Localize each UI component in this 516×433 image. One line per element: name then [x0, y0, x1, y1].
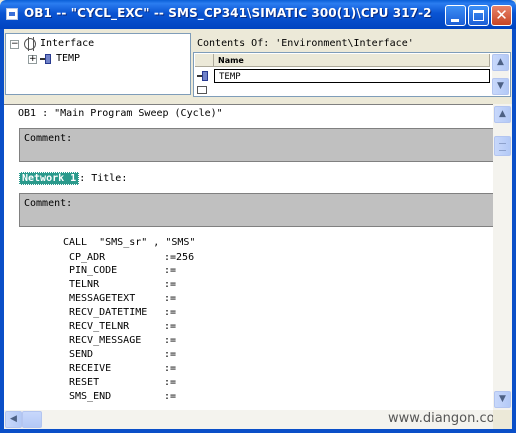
param-row[interactable]: RECEIVE — [69, 362, 111, 375]
param-row[interactable]: RESET — [69, 376, 99, 389]
app-icon[interactable] — [6, 8, 18, 20]
scroll-left-button[interactable]: ◀ — [5, 411, 22, 428]
param-value[interactable]: := — [164, 306, 176, 319]
param-name: RECV_MESSAGE — [69, 335, 142, 346]
interface-tree[interactable]: − Interface + TEMP — [5, 33, 191, 95]
param-name: MESSAGETEXT — [69, 293, 136, 304]
param-value[interactable]: := — [164, 348, 176, 361]
network-label[interactable]: Network 1 — [19, 172, 80, 185]
param-row[interactable]: RECV_TELNR — [69, 320, 129, 333]
param-value[interactable]: := — [164, 278, 176, 291]
horizontal-scroll-thumb[interactable] — [22, 411, 42, 428]
param-row[interactable]: PIN_CODE — [69, 264, 117, 277]
window-frame-right — [512, 29, 516, 433]
minimize-icon — [451, 19, 459, 22]
param-value[interactable]: :=256 — [164, 251, 194, 264]
close-button[interactable]: ✕ — [491, 5, 512, 26]
param-value[interactable]: := — [164, 376, 176, 389]
interface-icon — [24, 37, 36, 51]
param-row[interactable]: RECV_MESSAGE — [69, 334, 141, 347]
param-value[interactable]: := — [164, 292, 176, 305]
param-name: RECEIVE — [69, 363, 112, 374]
close-icon: ✕ — [495, 6, 508, 24]
window-frame-bottom — [0, 429, 516, 433]
list-item[interactable]: TEMP — [214, 69, 490, 83]
tree-item-interface[interactable]: − Interface — [8, 37, 188, 51]
param-name: PIN_CODE — [69, 265, 118, 276]
param-value[interactable]: := — [164, 264, 176, 277]
column-header-name[interactable]: Name — [214, 54, 490, 67]
block-icon — [197, 70, 209, 82]
maximize-button[interactable] — [468, 5, 489, 26]
expand-icon[interactable]: + — [28, 55, 37, 64]
param-name: SMS_END — [69, 391, 112, 402]
param-name: RECV_DATETIME — [69, 307, 148, 318]
contents-scrollbar[interactable]: ▲ ▼ — [492, 54, 509, 95]
block-comment[interactable]: Comment: — [19, 128, 495, 162]
param-value[interactable]: := — [164, 334, 176, 347]
param-value[interactable]: := — [164, 362, 176, 375]
param-name: RESET — [69, 377, 100, 388]
param-value[interactable]: := — [164, 390, 176, 403]
contents-list[interactable]: Name TEMP — [193, 52, 511, 97]
param-row[interactable]: RECV_DATETIME — [69, 306, 147, 319]
param-name: TELNR — [69, 279, 100, 290]
network-title[interactable]: : Title: — [79, 173, 127, 184]
editor-vertical-scrollbar[interactable]: ▲ ▼ — [493, 104, 512, 410]
call-statement[interactable]: CALL "SMS_sr" , "SMS" — [63, 236, 195, 249]
window-title: OB1 -- "CYCL_EXC" -- SMS_CP341\SIMATIC 3… — [24, 6, 432, 20]
network-header[interactable]: Network 1: Title: — [19, 172, 127, 186]
scroll-up-button[interactable]: ▲ — [494, 106, 511, 123]
tree-item-temp[interactable]: + TEMP — [8, 52, 188, 66]
tree-item-label: TEMP — [56, 53, 81, 64]
param-name: CP_ADR — [69, 252, 106, 263]
block-icon — [40, 53, 52, 65]
contents-of-label: Contents Of: 'Environment\Interface' — [197, 38, 414, 49]
param-row[interactable]: SMS_END — [69, 390, 111, 403]
param-row[interactable]: MESSAGETEXT — [69, 292, 135, 305]
scroll-corner — [493, 410, 512, 429]
param-name: SEND — [69, 349, 94, 360]
param-row[interactable]: SEND — [69, 348, 93, 361]
maximize-icon — [473, 10, 484, 21]
param-row[interactable]: CP_ADR — [69, 251, 105, 264]
param-row[interactable]: TELNR — [69, 278, 99, 291]
param-value[interactable]: := — [164, 320, 176, 333]
block-title: OB1 : "Main Program Sweep (Cycle)" — [18, 108, 223, 119]
network-comment[interactable]: Comment: — [19, 193, 495, 227]
tree-item-label: Interface — [40, 38, 95, 49]
vertical-scroll-thumb[interactable] — [494, 136, 511, 156]
title-bar[interactable]: OB1 -- "CYCL_EXC" -- SMS_CP341\SIMATIC 3… — [0, 0, 516, 29]
scroll-down-button[interactable]: ▼ — [494, 391, 511, 408]
collapse-icon[interactable]: − — [10, 40, 19, 49]
watermark: www.diangon.com — [388, 411, 508, 426]
minimize-button[interactable] — [445, 5, 466, 26]
list-header-corner — [195, 54, 214, 67]
scroll-up-button[interactable]: ▲ — [492, 54, 509, 71]
scroll-down-button[interactable]: ▼ — [492, 78, 509, 95]
param-name: RECV_TELNR — [69, 321, 130, 332]
new-row-icon — [197, 86, 207, 94]
